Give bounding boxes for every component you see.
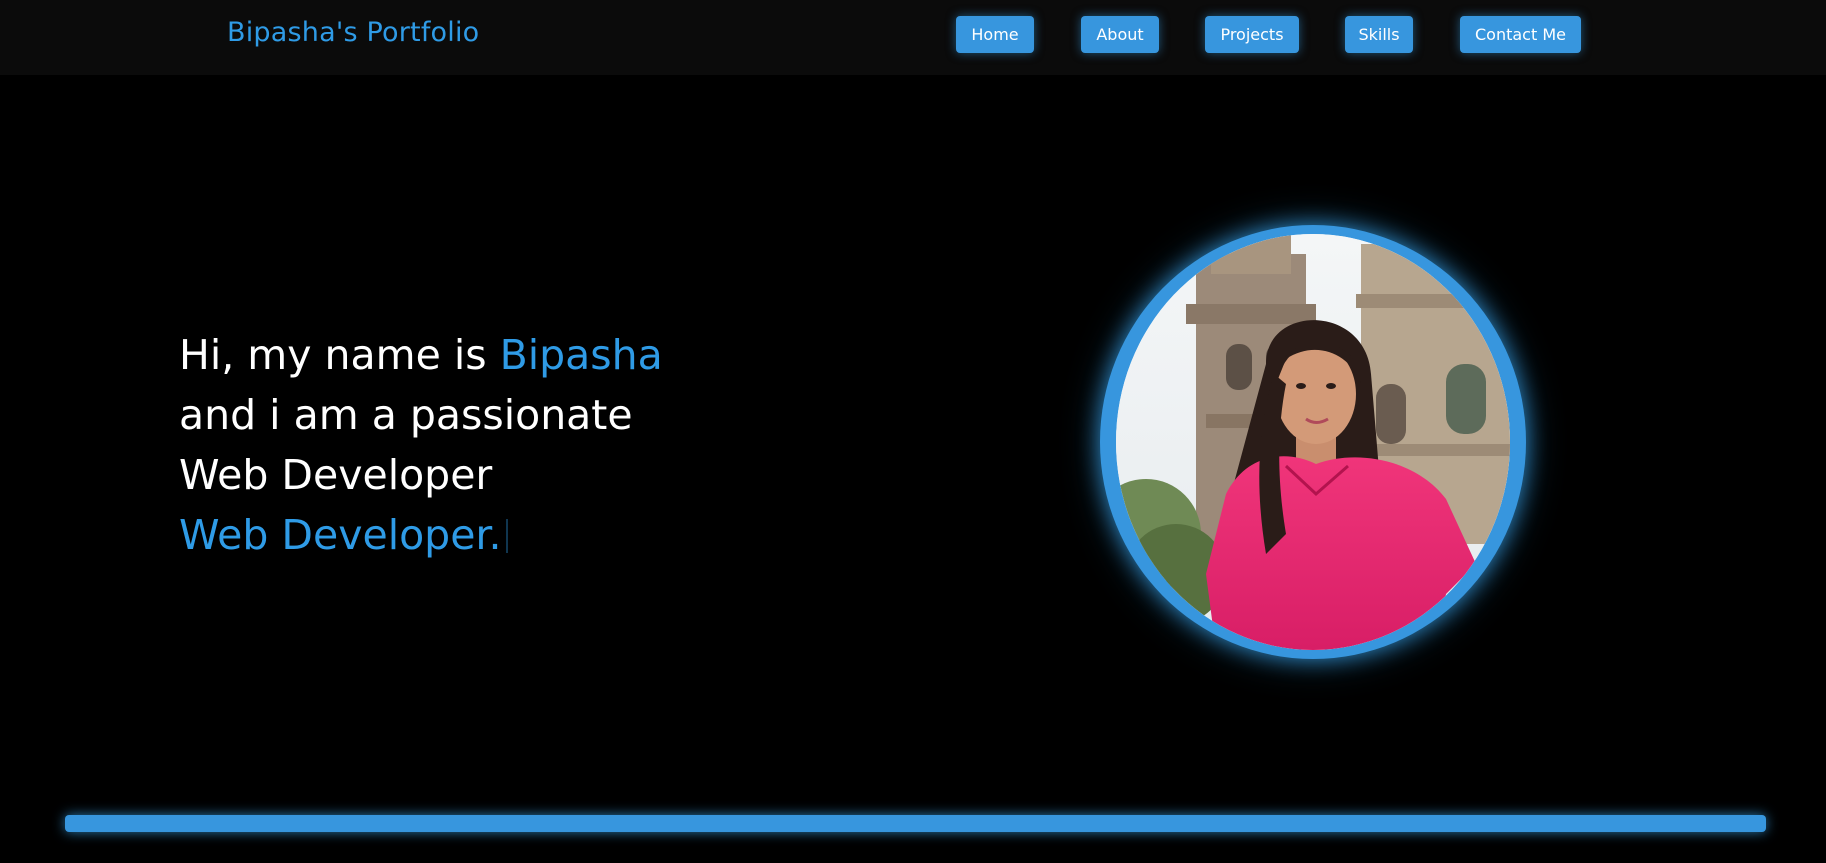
bottom-accent-bar (65, 815, 1766, 832)
hero-line-3: Web Developer (179, 451, 493, 499)
hero-intro: Hi, my name is Bipasha and i am a passio… (179, 325, 663, 565)
navbar: Bipasha's Portfolio Home About Projects … (0, 0, 1826, 75)
nav-contact-button[interactable]: Contact Me (1460, 16, 1581, 53)
hero-line-1: Hi, my name is Bipasha (179, 325, 663, 385)
site-logo[interactable]: Bipasha's Portfolio (227, 17, 479, 48)
profile-photo-illustration (1116, 234, 1510, 650)
hero-typed-line: Web Developer. (179, 505, 663, 565)
typed-text: Web Developer. (179, 511, 502, 559)
typing-cursor (505, 519, 508, 553)
nav-about-button[interactable]: About (1081, 16, 1159, 53)
nav-skills-button[interactable]: Skills (1345, 16, 1413, 53)
hero-line-2: and i am a passionate (179, 391, 633, 439)
profile-photo-frame (1100, 225, 1526, 659)
hero-name: Bipasha (499, 331, 663, 379)
intro-prefix: Hi, my name is (179, 331, 500, 379)
profile-photo (1116, 234, 1510, 650)
nav-home-button[interactable]: Home (956, 16, 1034, 53)
nav-projects-button[interactable]: Projects (1205, 16, 1299, 53)
